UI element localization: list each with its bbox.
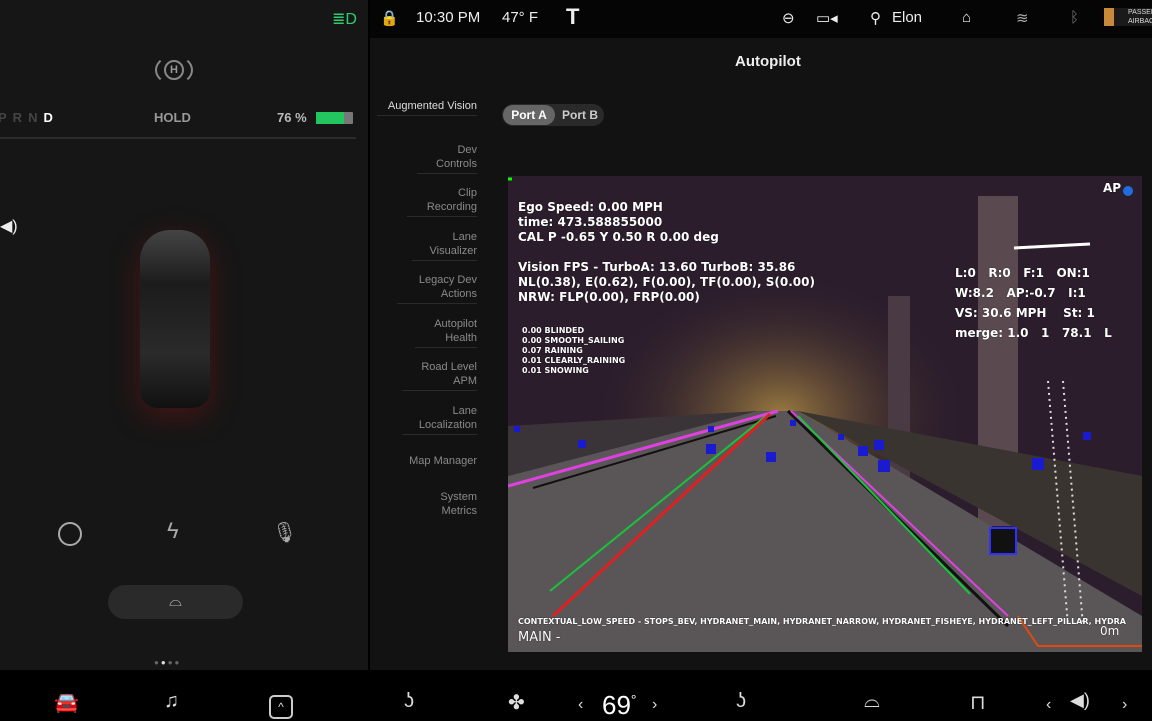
dashcam-icon[interactable]: ▭◂ [816, 9, 838, 27]
ap-label: AP [1103, 181, 1122, 195]
menu-lane-visualizer[interactable]: Lane Visualizer [412, 230, 477, 261]
music-icon[interactable]: ♫ [164, 690, 179, 713]
tesla-logo-icon[interactable]: T [566, 4, 579, 30]
user-icon[interactable]: ⚲ [870, 9, 881, 27]
temp-down-button[interactable]: ‹ [578, 696, 583, 714]
distance-label: 0m [1100, 624, 1120, 638]
user-name[interactable]: Elon [892, 9, 922, 26]
gear-selector[interactable]: PRND [0, 110, 59, 125]
wiper-button[interactable]: ⌓ [108, 585, 243, 619]
wifi-icon[interactable]: ≋ [1016, 9, 1029, 27]
lightning-icon[interactable]: ϟ [167, 518, 179, 544]
fan-icon[interactable]: ✤ [508, 690, 525, 715]
volume-icon[interactable]: ◀) [0, 216, 18, 236]
telemetry-info: Ego Speed: 0.00 MPH time: 473.588855000 … [518, 200, 815, 304]
rear-defrost-icon[interactable]: ⊓ [970, 690, 986, 715]
network-list: CONTEXTUAL_LOW_SPEED - STOPS_BEV, HYDRAN… [518, 617, 1126, 626]
page-dots[interactable]: ●●●● [154, 658, 181, 667]
volume-up-button[interactable]: › [1122, 696, 1127, 714]
menu-road-level-apm[interactable]: Road Level APM [402, 360, 477, 391]
driver-seat-icon[interactable]: ʖ [404, 690, 414, 713]
hold-brake-icon: H [155, 55, 193, 85]
lane-stats: L:0 R:0 F:1 ON:1 W:8.2 AP:-0.7 I:1 VS: 3… [955, 266, 1112, 340]
volume-icon[interactable]: ◀) [1070, 690, 1090, 711]
front-defrost-icon[interactable]: ⌓ [864, 690, 880, 713]
temp-value: 69 [602, 690, 631, 720]
camera-icon[interactable] [58, 522, 82, 546]
car-icon[interactable]: 🚘 [54, 690, 79, 715]
menu-map-manager[interactable]: Map Manager [377, 454, 477, 470]
temp-up-button[interactable]: › [652, 696, 657, 714]
cabin-temp: 69° [602, 690, 637, 721]
vehicle-panel: ≣D H PRND HOLD 76 % ◀) ϟ 🎙 ⌓ ●●●● [0, 0, 368, 670]
menu-augmented-vision[interactable]: Augmented Vision [377, 99, 477, 116]
headlight-icon: ≣D [332, 11, 357, 28]
clock: 10:30 PM [416, 9, 481, 26]
ap-indicator-icon [1123, 186, 1133, 196]
status-bar: 🔒 10:30 PM 47° F T ⊖ ▭◂ ⚲ Elon ⌂ ≋ ᛒ PAS… [370, 0, 1152, 38]
menu-legacy-dev-actions[interactable]: Legacy Dev Actions [397, 273, 477, 304]
hold-label: HOLD [154, 110, 191, 125]
gear-p[interactable]: P [0, 110, 13, 125]
battery-icon [316, 112, 353, 124]
airbag-status: PASSENGER AIRBAG [1104, 8, 1152, 26]
gear-d[interactable]: D [43, 110, 58, 125]
gear-r[interactable]: R [13, 110, 28, 125]
home-icon[interactable]: ⌂ [962, 9, 971, 26]
weather-scores: 0.00 BLINDED 0.00 SMOOTH_SAILING 0.07 RA… [522, 326, 626, 375]
volume-down-button[interactable]: ‹ [1046, 696, 1051, 714]
augmented-vision-feed: Ego Speed: 0.00 MPH time: 473.588855000 … [508, 176, 1142, 652]
divider [0, 137, 356, 139]
bluetooth-icon[interactable]: ᛒ [1070, 9, 1079, 26]
battery-percent: 76 % [277, 110, 307, 125]
lock-icon[interactable]: 🔒 [380, 9, 399, 27]
menu-system-metrics[interactable]: System Metrics [417, 490, 477, 520]
car-image [140, 230, 210, 408]
page-title: Autopilot [735, 53, 801, 70]
microphone-icon[interactable]: 🎙 [272, 520, 297, 545]
passenger-seat-icon[interactable]: ʖ [736, 690, 746, 713]
menu-clip-recording[interactable]: Clip Recording [407, 186, 477, 217]
menu-lane-localization[interactable]: Lane Localization [402, 404, 477, 435]
wiper-icon: ⌓ [169, 593, 182, 610]
camera-name: MAIN - [518, 630, 561, 645]
port-b-tab[interactable]: Port B [556, 105, 604, 125]
gear-n[interactable]: N [28, 110, 43, 125]
menu-dev-controls[interactable]: Dev Controls [417, 143, 477, 174]
app-launcher-button[interactable]: ^ [269, 695, 293, 719]
menu-autopilot-health[interactable]: Autopilot Health [415, 317, 477, 348]
outside-temp: 47° F [502, 9, 539, 26]
port-a-tab[interactable]: Port A [503, 105, 555, 125]
port-toggle[interactable]: Port A Port B [502, 104, 604, 126]
steering-wheel-icon[interactable]: ⊖ [782, 9, 795, 27]
temp-degree: ° [630, 691, 637, 708]
